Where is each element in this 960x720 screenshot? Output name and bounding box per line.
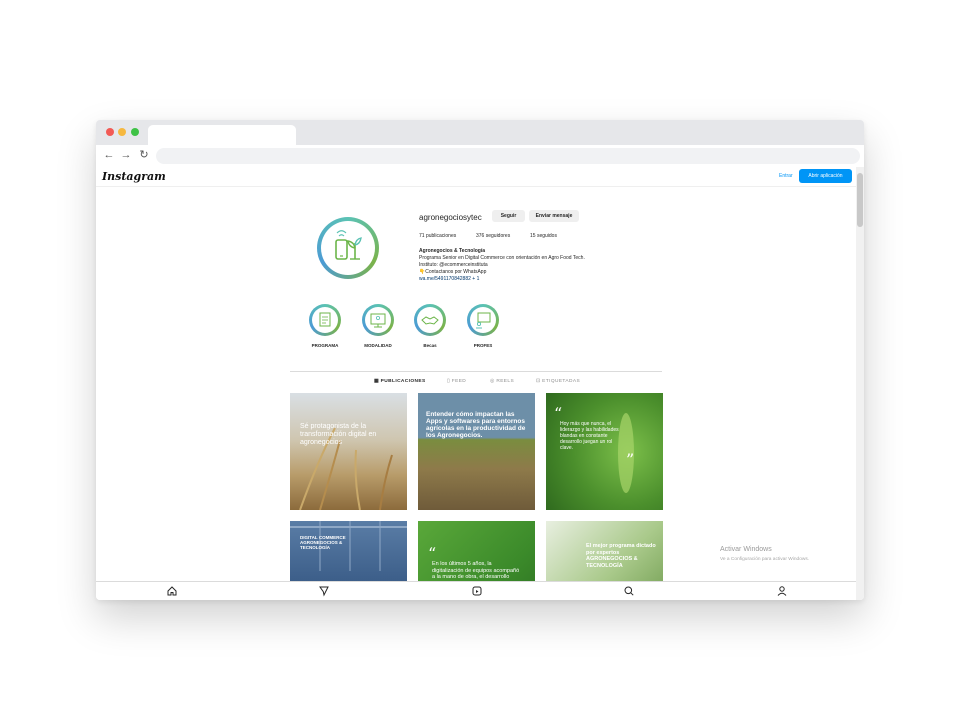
highlight-label: MODALIDAD [364,343,392,348]
browser-tabbar [96,120,864,145]
instagram-logo[interactable]: Instagram [102,170,166,183]
highlight-label: PROGRAMA [311,343,339,348]
tab-publicaciones[interactable]: ▦ PUBLICACIONES [374,379,426,384]
highlight-profes[interactable] [467,304,499,336]
post-caption: Hoy más que nunca, el liderazgo y las ha… [560,421,619,451]
tabs-divider [290,371,662,372]
tab-label: ETIQUETADAS [542,379,581,384]
stage: ← → ↻ Instagram Entrar Abrir aplicación [0,0,960,720]
minimize-window-button[interactable] [118,128,126,136]
page-viewport: Instagram Entrar Abrir aplicación agrone… [96,167,864,600]
profile-display-name: Agronegocios & Tecnología [419,248,486,254]
send-message-button[interactable]: Enviar mensaje [529,210,579,222]
bio-line: 👇Contactanos por WhatsApp [419,269,487,275]
address-bar[interactable] [156,148,860,164]
forward-arrow-icon[interactable]: → [119,148,133,162]
stat-followers[interactable]: 376 seguidores [476,233,510,239]
login-link[interactable]: Entrar [779,173,793,179]
highlight-modalidad[interactable] [362,304,394,336]
tab-etiquetadas[interactable]: ⊡ ETIQUETADAS [536,379,580,384]
back-arrow-icon[interactable]: ← [102,148,116,162]
browser-navbar: ← → ↻ [96,145,864,167]
reload-icon[interactable]: ↻ [137,148,151,162]
highlight-inner [470,307,496,333]
highlight-label: PROFES [473,343,493,348]
post-caption: Entender cómo impactan las Apps y softwa… [426,411,526,439]
bottom-navigation [96,581,856,600]
maximize-window-button[interactable] [131,128,139,136]
post-tile[interactable]: Entender cómo impactan las Apps y softwa… [418,393,535,510]
bio-line: Programa Senior en Digital Commerce con … [419,255,585,261]
profile-avatar[interactable] [317,217,379,279]
wheat-image [299,427,393,510]
highlight-inner [365,307,391,333]
page-scrollbar[interactable] [856,167,864,600]
post-caption: DIGITAL COMMERCE AGRONEGOCIOS & TECNOLOG… [300,535,346,550]
highlight-becas[interactable] [414,304,446,336]
svg-text:”: ” [626,450,634,469]
monitor-icon [370,313,386,328]
profile-icon[interactable] [776,585,788,597]
post-tile[interactable]: “ ” Hoy más que nunca, el liderazgo y la… [546,393,663,510]
close-window-button[interactable] [106,128,114,136]
scroll-thumb[interactable] [857,173,863,227]
stat-posts: 71 publicaciones [419,233,457,239]
tab-feed[interactable]: ▯ FEED [447,379,466,384]
highlight-inner [312,307,338,333]
highlight-inner [417,307,443,333]
highlight-programa[interactable] [309,304,341,336]
tab-reels[interactable]: ◎ REELS [490,379,514,384]
browser-window: ← → ↻ Instagram Entrar Abrir aplicación [96,120,864,600]
plant-image: “ ” [554,404,634,493]
teacher-board-icon [476,312,491,329]
tab-label: REELS [496,379,515,384]
follow-button[interactable]: Seguir [492,210,525,222]
avatar-inner [321,221,375,275]
open-app-button[interactable]: Abrir aplicación [799,169,852,183]
instagram-header: Instagram Entrar Abrir aplicación [96,167,856,187]
post-caption: El mejor programa dictado por expertos A… [586,543,656,569]
bio-line: Instituto: @ecommerceinstituta [419,262,488,268]
post-caption: Sé protagonista de la transformación dig… [300,423,377,446]
highlight-label: Becas [423,343,437,348]
windows-activation-subtitle: Ve a Configuración para activar Windows. [720,557,810,562]
home-icon[interactable] [166,585,178,597]
document-icon [319,312,331,327]
explore-icon[interactable] [318,585,330,597]
stat-following[interactable]: 15 seguidos [530,233,557,239]
reels-icon[interactable] [471,585,483,597]
phone-plant-icon [335,230,362,260]
windows-activation-title: Activar Windows [720,546,772,553]
tab-label: PUBLICACIONES [380,379,426,384]
handshake-icon [421,316,439,325]
bio-link[interactable]: wa.me/5491170842882 + 1 [419,276,479,282]
tab-label: FEED [451,379,467,384]
profile-username: agronegociosytec [419,213,482,222]
search-icon[interactable] [623,585,635,597]
browser-tab[interactable] [148,125,296,145]
post-tile[interactable]: Sé protagonista de la transformación dig… [290,393,407,510]
